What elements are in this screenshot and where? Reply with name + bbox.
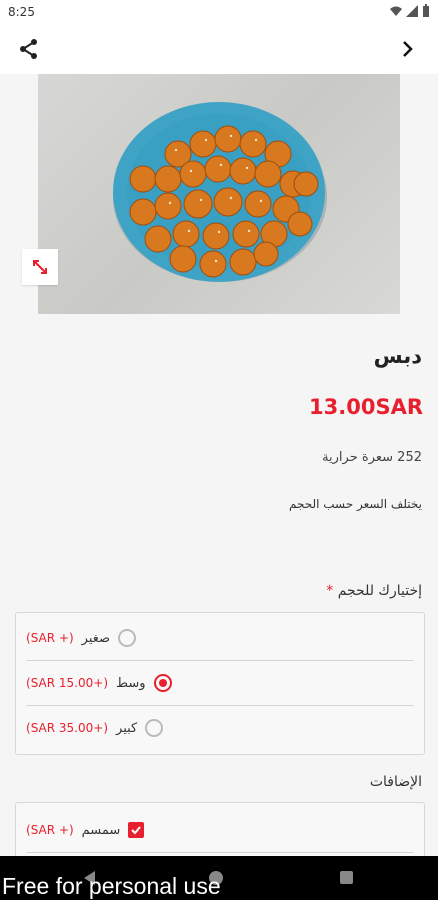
addon-option-sesame[interactable]: سمسم (+ SAR) — [26, 808, 414, 852]
price-note: يختلف السعر حسب الحجم — [288, 497, 422, 511]
radio-small[interactable] — [118, 629, 137, 647]
addon-label: سمسم — [81, 822, 121, 838]
radio-large[interactable] — [145, 719, 164, 737]
size-option-label: كبير — [116, 720, 138, 736]
share-icon — [20, 39, 37, 59]
dish-illustration — [113, 102, 327, 282]
product-name: دبس — [373, 344, 422, 368]
radio-medium[interactable] — [153, 674, 172, 692]
battery-icon — [423, 4, 429, 17]
signal-icon — [406, 4, 418, 17]
check-icon — [131, 826, 142, 835]
size-option-small[interactable]: صغير (+ SAR) — [26, 616, 414, 660]
share-button[interactable] — [18, 38, 40, 60]
size-option-label: صغير — [81, 630, 111, 646]
expand-icon — [33, 260, 47, 274]
size-title-text: إختيارك للحجم — [337, 583, 422, 599]
divider — [26, 852, 414, 853]
required-mark: * — [326, 583, 334, 599]
size-option-label: وسط — [116, 675, 146, 691]
status-bar: 8:25 — [0, 0, 438, 24]
status-icons — [390, 4, 430, 17]
product-image — [38, 74, 400, 314]
expand-image-button[interactable] — [22, 249, 58, 285]
app-bar — [0, 24, 438, 74]
addon-price: (+ SAR) — [26, 823, 74, 837]
back-button[interactable] — [398, 39, 418, 59]
status-time: 8:25 — [8, 5, 35, 19]
size-option-price: (+35.00 SAR) — [26, 721, 109, 735]
addon-checkbox[interactable] — [128, 822, 145, 838]
wifi-icon — [390, 6, 402, 16]
size-option-price: (+15.00 SAR) — [26, 676, 109, 690]
size-section-title: إختيارك للحجم * — [322, 583, 422, 599]
product-price: 13.00SAR — [309, 395, 423, 419]
size-options-box: صغير (+ SAR) وسط (+15.00 SAR) كبير (+35.… — [15, 612, 425, 755]
size-option-medium[interactable]: وسط (+15.00 SAR) — [26, 661, 414, 705]
product-calories: 252 سعرة حرارية — [322, 450, 422, 465]
chevron-right-icon — [403, 41, 413, 57]
watermark: Free for personal use — [2, 873, 221, 899]
addons-section-title: الإضافات — [369, 774, 422, 790]
size-option-large[interactable]: كبير (+35.00 SAR) — [26, 706, 414, 750]
recents-nav-icon[interactable] — [339, 870, 354, 885]
size-option-price: (+ SAR) — [26, 631, 74, 645]
